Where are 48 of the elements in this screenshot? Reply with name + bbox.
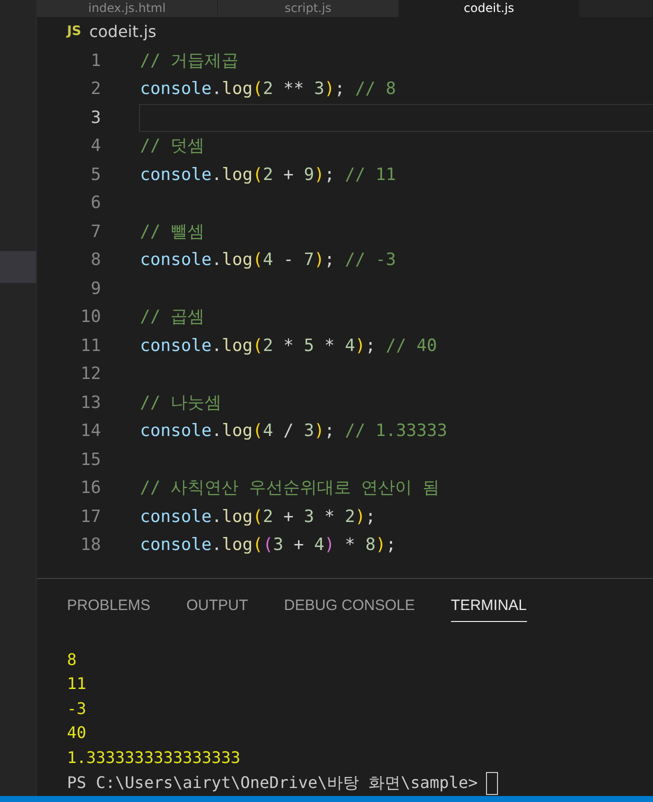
line-number: 6 [90,193,101,214]
line-number: 16 [80,478,101,498]
editor-tab[interactable]: script.js [218,0,399,17]
line-number: 12 [80,364,101,384]
code-line: // 덧셈 [139,135,206,158]
panel-tab[interactable]: PROBLEMS [67,596,150,622]
code-line: console.log(2 ** 3); // 8 [139,78,398,102]
code-line: console.log((3 + 4) * 8); [139,534,398,558]
panel-tab[interactable]: OUTPUT [186,596,248,622]
code-line: console.log(4 - 7); // -3 [139,249,398,272]
code-line: // 뺄셈 [139,220,206,244]
terminal-output: -3 [67,698,88,720]
breadcrumb-file[interactable]: codeit.js [89,22,156,42]
terminal-output: 8 [67,648,78,670]
code-line: console.log(2 + 3 * 2); [139,506,377,529]
line-number: 15 [80,450,101,470]
sidebar-item[interactable] [0,251,36,283]
line-number: 8 [90,250,101,270]
code-line: console.log(4 / 3); // 1.33333 [139,420,448,444]
panel-tab[interactable]: DEBUG CONSOLE [284,596,415,622]
code-line: // 사칙연산 우선순위대로 연산이 됨 [139,477,440,500]
line-number: 11 [80,336,101,356]
code-line: // 거듭제곱 [139,50,240,73]
code-line: console.log(2 + 9); // 11 [139,164,398,187]
line-number: 7 [90,222,101,242]
panel-tab[interactable]: TERMINAL [450,596,527,622]
line-number: 4 [90,136,101,156]
line-number: 17 [80,506,101,527]
terminal-prompt: PS C:\Users\airyt\OneDrive\바탕 화면\sample> [67,772,478,794]
js-file-icon: JS [67,24,82,40]
line-number: 13 [80,392,101,413]
code-line: // 곱셈 [139,306,206,330]
line-number: 3 [90,108,101,128]
line-number: 1 [90,50,101,71]
terminal-output: 11 [67,673,88,695]
editor-tab[interactable]: codeit.js [399,0,580,17]
line-number: 14 [80,421,101,442]
line-number: 18 [80,535,101,556]
line-number: 2 [90,79,101,100]
line-number: 9 [90,278,101,299]
terminal-output: 40 [67,722,88,744]
code-line: // 나눗셈 [139,392,223,415]
editor-tab[interactable]: index.js.html [37,0,218,17]
line-number: 10 [80,307,101,328]
code-line: console.log(2 * 5 * 4); // 40 [139,334,438,358]
terminal-cursor [486,772,498,794]
line-number: 5 [90,164,101,185]
terminal-output: 1.3333333333333333 [67,746,242,768]
